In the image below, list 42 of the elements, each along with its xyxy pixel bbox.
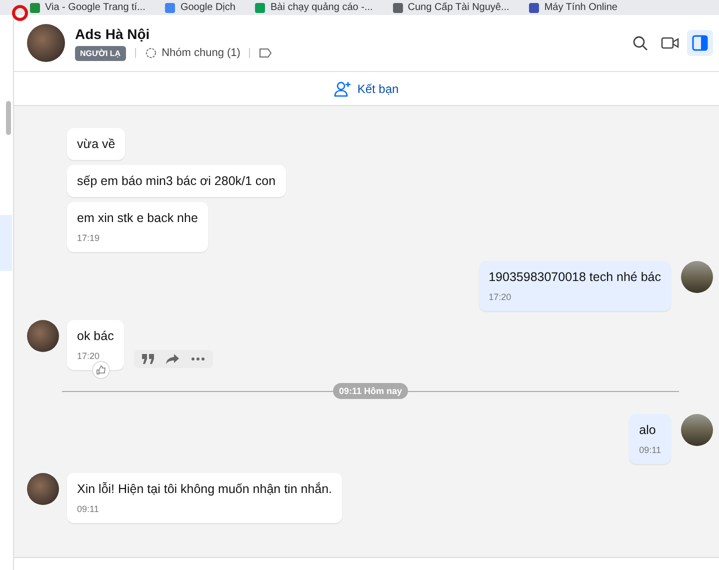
bookmark-link[interactable]: Bài chạy quảng cáo -...	[270, 2, 373, 13]
message-text: ok bác	[77, 329, 114, 343]
contact-avatar[interactable]	[27, 320, 59, 352]
message-text: em xin stk e back nhe	[77, 211, 198, 225]
bookmark-link[interactable]: Cung Cấp Tài Nguyê...	[408, 2, 510, 13]
contact-avatar[interactable]	[27, 24, 65, 62]
record-icon	[11, 4, 29, 22]
message-time: 09:11	[77, 504, 100, 514]
message-text: vừa về	[77, 137, 116, 151]
video-camera-icon	[661, 36, 679, 50]
quote-icon[interactable]	[142, 354, 154, 364]
side-panel-icon	[692, 35, 708, 51]
message-time: 17:20	[77, 351, 101, 361]
sidebar-toggle-button[interactable]	[687, 30, 713, 56]
like-reaction-button[interactable]	[92, 361, 110, 379]
contact-name: Ads Hà Nội	[75, 26, 151, 42]
message-text: sếp em báo min3 bác ơi 280k/1 con	[77, 174, 276, 188]
bookmark-link[interactable]: Via - Google Trang tí...	[45, 2, 146, 13]
message-time: 17:19	[77, 233, 101, 243]
add-person-icon	[334, 80, 352, 96]
message-text: 19035983070018 tech nhé bác	[488, 270, 661, 284]
thumbs-up-icon	[96, 365, 106, 375]
user-avatar[interactable]	[681, 261, 713, 293]
search-icon	[632, 35, 648, 51]
sidebar-highlight	[0, 215, 12, 271]
share-icon[interactable]	[166, 354, 179, 364]
user-avatar[interactable]	[681, 414, 713, 446]
message-text: alo	[639, 423, 657, 437]
tag-icon[interactable]	[259, 48, 272, 58]
bookmark-link[interactable]: Google Dịch	[180, 2, 236, 13]
contact-avatar[interactable]	[27, 473, 59, 505]
stranger-badge: NGƯỜI LẠ	[75, 46, 126, 60]
group-info[interactable]: Nhóm chung (1)	[162, 47, 240, 59]
group-icon	[144, 47, 157, 59]
date-separator: 09:11 Hôm nay	[332, 383, 408, 399]
scrollbar-thumb[interactable]	[6, 101, 11, 135]
bookmark-link[interactable]: Máy Tính Online	[544, 2, 618, 13]
message-time: 17:20	[488, 292, 512, 302]
message-text: Xin lỗi! Hiện tại tôi không muốn nhận tin nhắn.	[77, 482, 332, 496]
message-time: 09:11	[639, 445, 661, 455]
more-icon[interactable]	[190, 357, 205, 361]
add-friend-button[interactable]: Kết bạn	[330, 78, 403, 98]
